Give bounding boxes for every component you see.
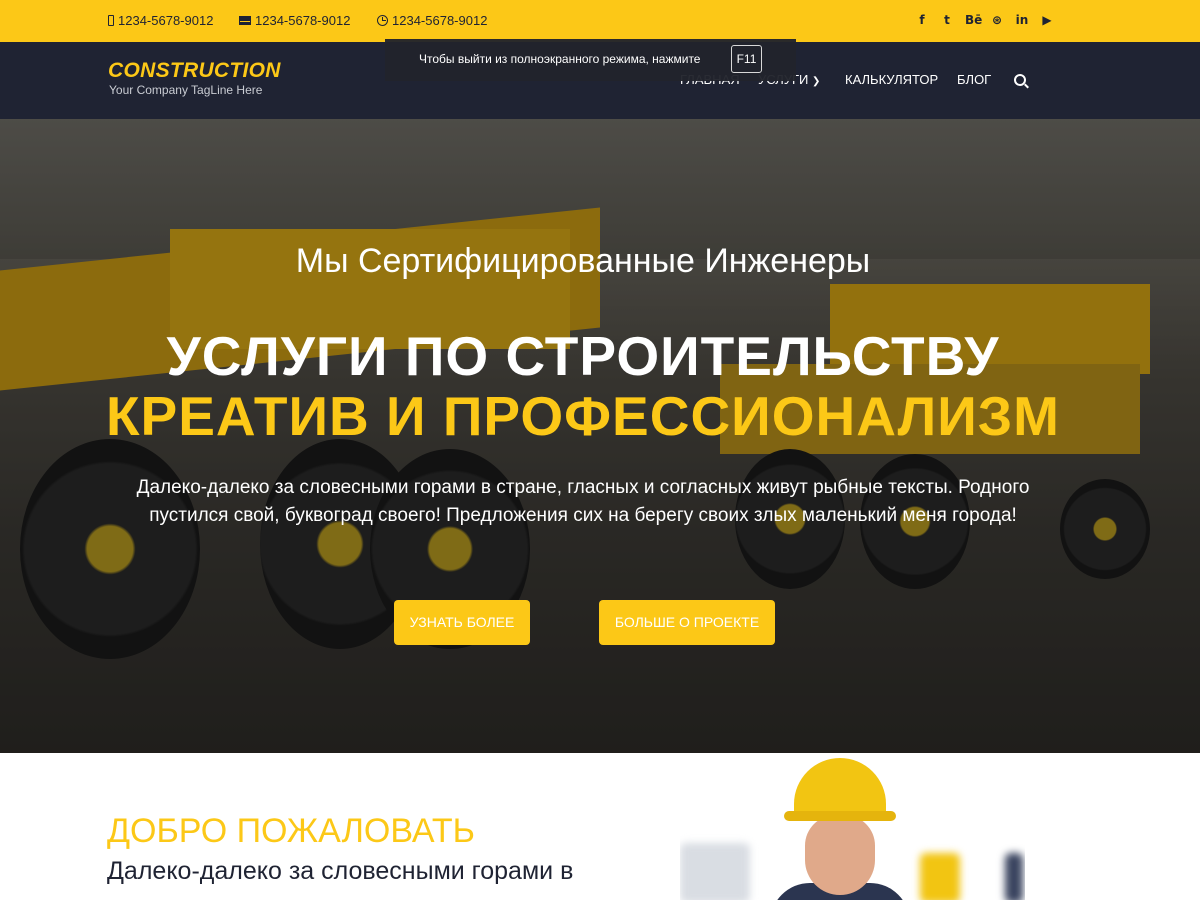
hero-subtitle: Мы Сертифицированные Инженеры	[295, 242, 871, 280]
nav-item-blog[interactable]: БЛОГ	[957, 72, 991, 87]
behance-icon[interactable]: Bē	[965, 12, 982, 28]
contact-hours[interactable]: 1234-5678-9012	[377, 13, 487, 28]
fullscreen-exit-toast: Чтобы выйти из полноэкранного режима, на…	[385, 39, 796, 81]
hero-description: Далеко-далеко за словесными горами в стр…	[136, 477, 1030, 526]
learn-more-button[interactable]: УЗНАТЬ БОЛЕЕ	[394, 600, 530, 645]
hours-text: 1234-5678-9012	[392, 13, 488, 28]
mobile-phone-icon	[108, 15, 114, 26]
linkedin-icon[interactable]: in	[1015, 12, 1029, 28]
phone-text: 1234-5678-9012	[118, 13, 214, 28]
toast-key: F11	[731, 45, 762, 73]
welcome-text: Далеко-далеко за словесными горами в	[107, 857, 574, 885]
worker-background-blur	[1005, 853, 1023, 900]
welcome-title: ДОБРО ПОЖАЛОВАТЬ	[107, 812, 475, 850]
logo-name[interactable]: CONSTRUCTION	[108, 59, 281, 83]
toast-text: Чтобы выйти из полноэкранного режима, на…	[419, 52, 701, 66]
logo-tagline: Your Company TagLine Here	[109, 83, 263, 97]
hero-title-line1: УСЛУГИ ПО СТРОИТЕЛЬСТВУ	[166, 325, 1000, 387]
dribbble-icon[interactable]: ⊛	[990, 12, 1004, 28]
more-about-project-button[interactable]: БОЛЬШЕ О ПРОЕКТЕ	[599, 600, 775, 645]
worker-background-blur	[920, 853, 960, 900]
chevron-down-icon: ❯	[812, 76, 821, 87]
hero-title-line2: КРЕАТИВ И ПРОФЕССИОНАЛИЗМ	[105, 385, 1060, 447]
envelope-icon	[239, 16, 251, 25]
nav-item-calculator[interactable]: КАЛЬКУЛЯТОР	[845, 72, 938, 87]
top-bar: 1234-5678-9012 1234-5678-9012 1234-5678-…	[0, 0, 1200, 42]
worker-face	[805, 815, 875, 895]
hard-hat-brim	[784, 811, 896, 821]
email-text: 1234-5678-9012	[255, 13, 351, 28]
twitter-icon[interactable]: t	[940, 12, 954, 28]
contact-email[interactable]: 1234-5678-9012	[239, 13, 350, 28]
facebook-icon[interactable]: f	[915, 12, 929, 28]
search-icon[interactable]	[1014, 74, 1026, 86]
clock-icon	[377, 15, 388, 26]
hero-section: Мы Сертифицированные Инженеры УСЛУГИ ПО …	[0, 119, 1200, 753]
contact-phone[interactable]: 1234-5678-9012	[108, 13, 213, 28]
worker-image	[680, 753, 1025, 900]
worker-background-blur	[680, 843, 750, 900]
social-links: f t Bē ⊛ in ▶	[915, 12, 1054, 28]
youtube-icon[interactable]: ▶	[1040, 12, 1054, 28]
